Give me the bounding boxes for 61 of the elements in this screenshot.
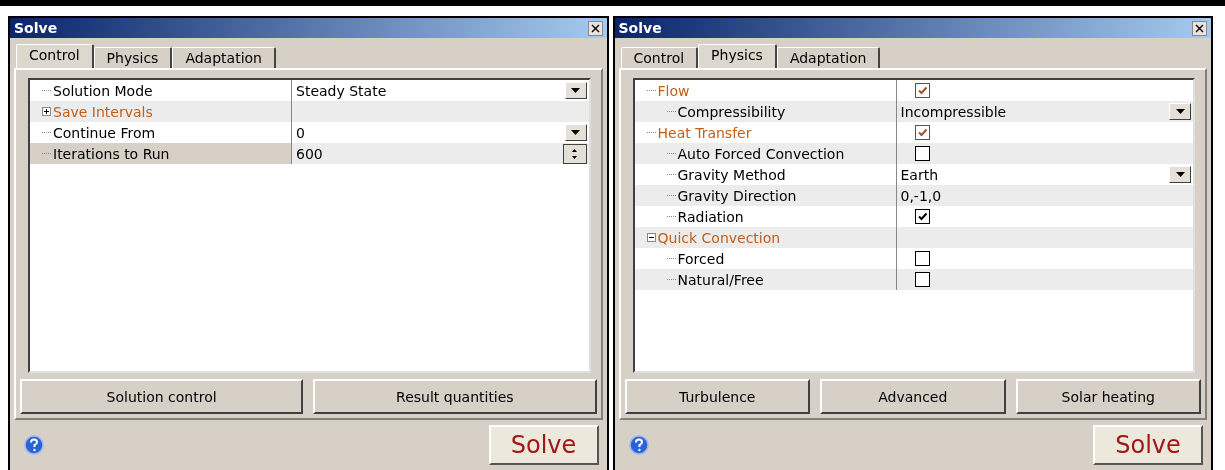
- checkbox[interactable]: [914, 125, 930, 140]
- property-value: 0,-1,0: [900, 187, 943, 204]
- minus-icon[interactable]: [646, 233, 656, 242]
- dropdown-button[interactable]: [564, 124, 587, 141]
- tab[interactable]: Physics: [698, 44, 777, 68]
- property-value: Steady State: [296, 82, 388, 99]
- panel-button[interactable]: Turbulence: [624, 379, 810, 414]
- solve-button[interactable]: Solve: [1093, 425, 1203, 465]
- caret-icon: [571, 88, 580, 93]
- close-icon: [590, 23, 600, 33]
- help-icon[interactable]: [24, 435, 44, 455]
- property-label: Natural/Free: [677, 271, 764, 288]
- property-label: Radiation: [677, 208, 744, 225]
- close-button[interactable]: [587, 20, 603, 36]
- checkbox[interactable]: [914, 146, 930, 161]
- window-title: Solve: [618, 20, 662, 36]
- property-value: 0: [296, 124, 306, 141]
- tree-row[interactable]: Compressibility: [634, 101, 897, 122]
- caret-icon: [1175, 109, 1185, 114]
- property-label: Continue From: [53, 124, 156, 141]
- tab[interactable]: Physics: [93, 47, 173, 68]
- property-label: Save Intervals: [53, 103, 153, 120]
- property-label: Gravity Method: [677, 166, 786, 183]
- dropdown-button[interactable]: [1169, 103, 1191, 120]
- checkbox[interactable]: [914, 272, 930, 287]
- property-label: Auto Forced Convection: [677, 145, 845, 162]
- tree-row[interactable]: Iterations to Run: [30, 143, 292, 164]
- tab[interactable]: Adaptation: [776, 47, 881, 68]
- property-label: Flow: [657, 82, 690, 99]
- dropdown-button[interactable]: [564, 82, 587, 99]
- tree-row[interactable]: Gravity Direction: [634, 185, 897, 206]
- property-label: Solution Mode: [53, 82, 153, 99]
- property-value: 600: [296, 145, 324, 162]
- window-title: Solve: [14, 20, 58, 36]
- panel-button[interactable]: Advanced: [820, 379, 1006, 414]
- tab[interactable]: Adaptation: [172, 47, 276, 68]
- checkbox[interactable]: [914, 251, 930, 266]
- panel-button[interactable]: Result quantities: [313, 379, 597, 414]
- property-value: Incompressible: [900, 103, 1008, 120]
- caret-icon: [571, 130, 580, 135]
- property-label: Quick Convection: [657, 229, 781, 246]
- checkbox[interactable]: [914, 83, 930, 98]
- dropdown-button[interactable]: [1169, 166, 1191, 183]
- tab[interactable]: Control: [16, 44, 94, 68]
- property-label: Iterations to Run: [53, 145, 170, 162]
- property-label: Gravity Direction: [677, 187, 797, 204]
- close-icon: [1195, 23, 1204, 33]
- panel-button[interactable]: Solution control: [20, 379, 304, 414]
- panel-button[interactable]: Solar heating: [1015, 379, 1201, 414]
- close-button[interactable]: [1192, 20, 1207, 36]
- property-label: Compressibility: [677, 103, 786, 120]
- property-value: Earth: [900, 166, 940, 183]
- caret-icon: [1175, 172, 1185, 177]
- help-icon[interactable]: [628, 435, 649, 455]
- tab[interactable]: Control: [620, 47, 699, 68]
- checkbox[interactable]: [914, 209, 930, 224]
- solve-button[interactable]: Solve: [488, 425, 599, 465]
- plus-icon[interactable]: [42, 107, 51, 116]
- spinner-buttons[interactable]: [562, 143, 587, 164]
- property-label: Heat Transfer: [657, 124, 752, 141]
- property-label: Forced: [677, 250, 725, 267]
